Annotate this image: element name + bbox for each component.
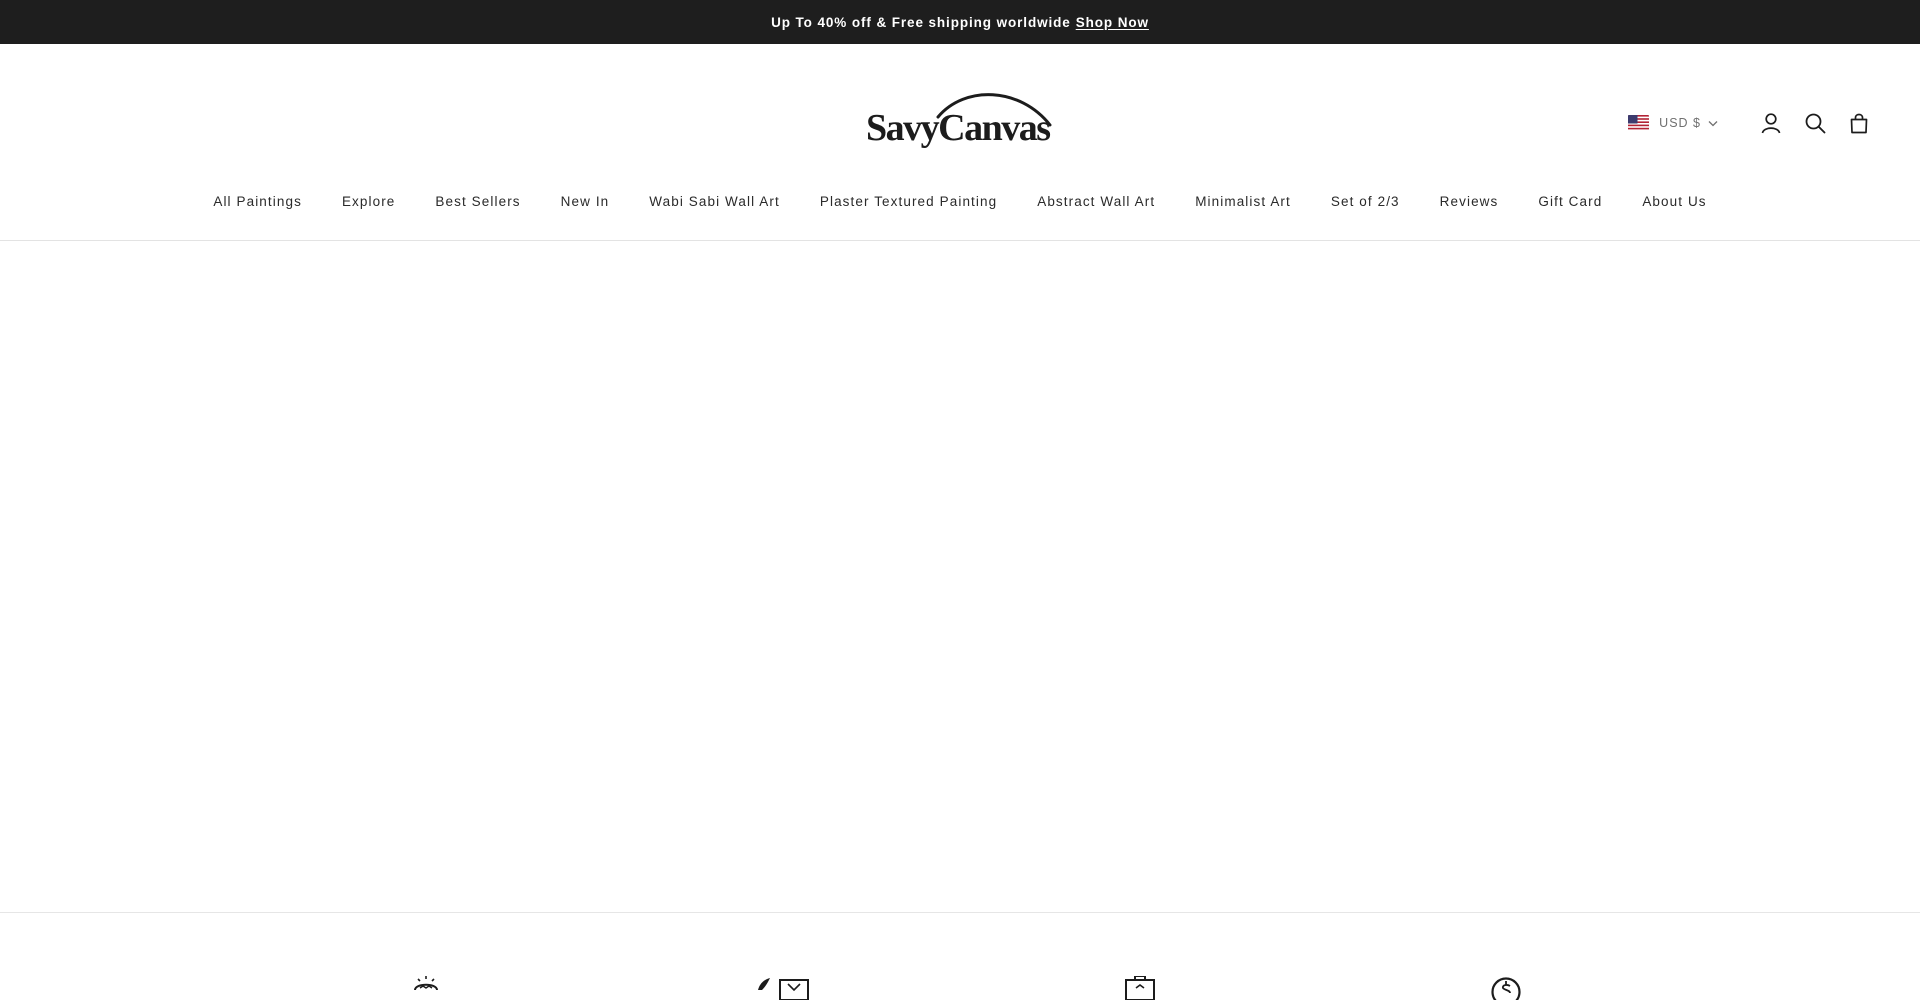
nav-reviews[interactable]: Reviews [1440, 194, 1499, 209]
nav-about-us[interactable]: About Us [1642, 194, 1706, 209]
logo-text: SavyCanvas [866, 107, 1050, 149]
nav-gift-card[interactable]: Gift Card [1538, 194, 1602, 209]
features-strip [0, 913, 1920, 1005]
announcement-text: Up To 40% off & Free shipping worldwide [771, 14, 1071, 30]
nav-abstract-wall-art[interactable]: Abstract Wall Art [1037, 194, 1155, 209]
logo-mark: SavyCanvas [866, 93, 1052, 149]
money-back-icon [1490, 976, 1522, 1005]
nav-plaster-textured-painting[interactable]: Plaster Textured Painting [820, 194, 997, 209]
quality-badge-icon [412, 976, 440, 1005]
nav-wabi-sabi-wall-art[interactable]: Wabi Sabi Wall Art [649, 194, 780, 209]
shop-now-link[interactable]: Shop Now [1076, 15, 1149, 30]
hero-banner-area [0, 241, 1920, 913]
account-icon[interactable] [1758, 110, 1784, 136]
nav-minimalist-art[interactable]: Minimalist Art [1195, 194, 1291, 209]
currency-label: USD $ [1659, 116, 1701, 130]
announcement-bar: Up To 40% off & Free shipping worldwide … [0, 0, 1920, 44]
nav-best-sellers[interactable]: Best Sellers [435, 194, 520, 209]
artist-brush-icon [756, 976, 810, 1005]
chevron-down-icon [1708, 114, 1718, 132]
flag-us-icon [1628, 115, 1650, 131]
header-tools: USD $ [1628, 106, 1872, 140]
site-header: SavyCanvas USD $ All Paintings Explore B… [0, 44, 1920, 241]
main-navigation: All Paintings Explore Best Sellers New I… [0, 194, 1920, 209]
search-icon[interactable] [1802, 110, 1828, 136]
nav-set-of-2-3[interactable]: Set of 2/3 [1331, 194, 1400, 209]
nav-all-paintings[interactable]: All Paintings [213, 194, 302, 209]
currency-selector[interactable]: USD $ [1628, 114, 1718, 132]
nav-new-in[interactable]: New In [561, 194, 610, 209]
package-icon [1124, 975, 1156, 1005]
nav-explore[interactable]: Explore [342, 194, 395, 209]
logo[interactable]: SavyCanvas [860, 89, 1060, 159]
cart-bag-icon[interactable] [1846, 110, 1872, 136]
